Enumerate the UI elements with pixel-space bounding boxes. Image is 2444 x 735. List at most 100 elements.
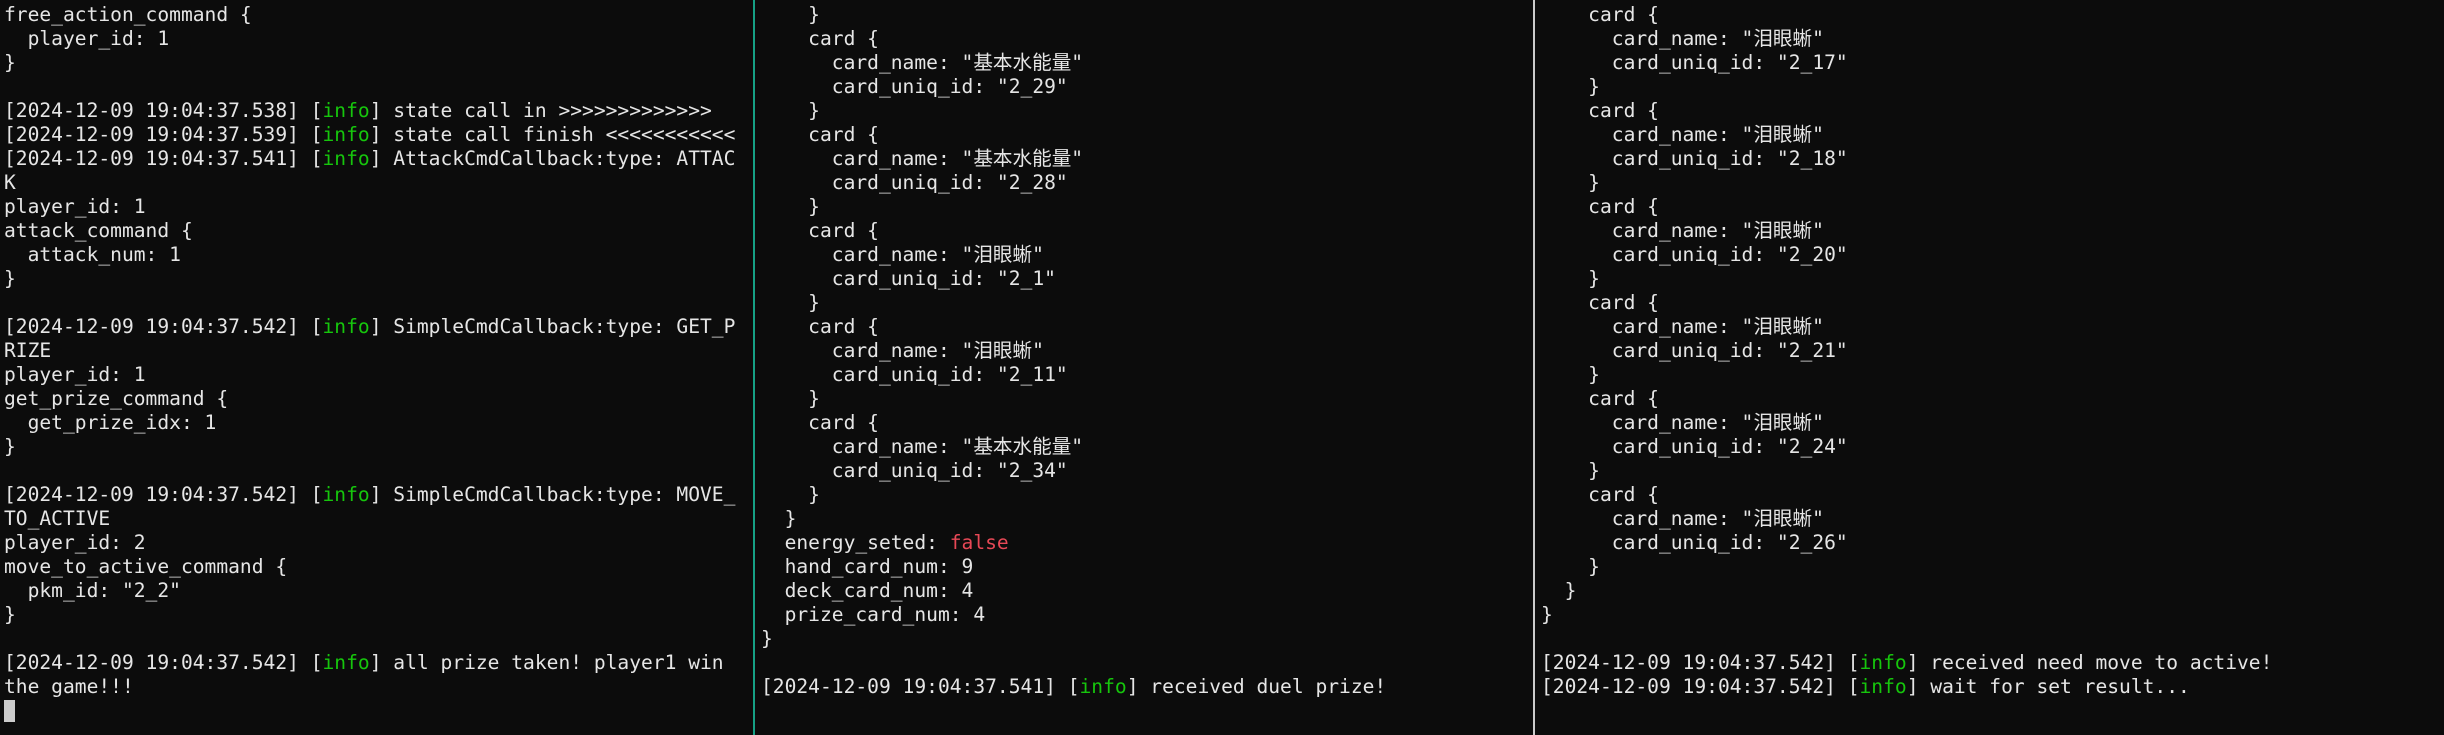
- terminal-cursor: [4, 700, 15, 722]
- line-text: deck_card_num: 4: [761, 579, 974, 602]
- terminal-line: [2024-12-09 19:04:37.542] [info] all pri…: [4, 651, 752, 675]
- terminal-line: card {: [761, 411, 1531, 435]
- terminal-line: }: [761, 507, 1531, 531]
- terminal-line: }: [4, 603, 752, 627]
- terminal-line: }: [761, 627, 1531, 651]
- line-text: }: [4, 603, 16, 626]
- terminal-line: prize_card_num: 4: [761, 603, 1531, 627]
- line-text: [2024-12-09 19:04:37.542] [: [4, 651, 323, 674]
- terminal-output: } card { card_name: "基本水能量" card_uniq_id…: [757, 0, 1531, 699]
- line-text: }: [1541, 363, 1600, 386]
- line-text: [2024-12-09 19:04:37.541] [: [761, 675, 1080, 698]
- terminal-line: card {: [761, 123, 1531, 147]
- log-level-info: info: [322, 315, 370, 338]
- line-text: }: [4, 435, 16, 458]
- line-text: card {: [761, 411, 879, 434]
- terminal-line: card_uniq_id: "2_18": [1541, 147, 2444, 171]
- terminal-line: [2024-12-09 19:04:37.541] [info] AttackC…: [4, 147, 752, 171]
- line-text: [2024-12-09 19:04:37.538] [: [4, 99, 323, 122]
- line-text: card_name: "基本水能量": [761, 147, 1084, 170]
- line-text: [2024-12-09 19:04:37.542] [: [4, 483, 323, 506]
- line-text: card_uniq_id: "2_24": [1541, 435, 1848, 458]
- terminal-line: [2024-12-09 19:04:37.538] [info] state c…: [4, 99, 752, 123]
- line-text: K: [4, 171, 16, 194]
- terminal-line: the game!!!: [4, 675, 752, 699]
- line-text: [2024-12-09 19:04:37.541] [: [4, 147, 323, 170]
- terminal-line: }: [4, 267, 752, 291]
- line-text: card_name: "泪眼蜥": [1541, 123, 1824, 146]
- line-text: card_uniq_id: "2_34": [761, 459, 1068, 482]
- terminal-line: card_name: "泪眼蜥": [1541, 315, 2444, 339]
- terminal-line: card {: [1541, 483, 2444, 507]
- line-text: }: [1541, 555, 1600, 578]
- terminal-line: card_uniq_id: "2_1": [761, 267, 1531, 291]
- log-level-info: info: [322, 99, 370, 122]
- line-text: [2024-12-09 19:04:37.542] [: [4, 315, 323, 338]
- terminal-line: }: [4, 51, 752, 75]
- terminal-line: card_name: "泪眼蜥": [1541, 123, 2444, 147]
- line-text: get_prize_command {: [4, 387, 229, 410]
- terminal-line: card_name: "泪眼蜥": [1541, 507, 2444, 531]
- log-level-info: info: [322, 651, 370, 674]
- line-text: }: [1541, 75, 1600, 98]
- line-text: card_uniq_id: "2_28": [761, 171, 1068, 194]
- terminal-line: card_uniq_id: "2_20": [1541, 243, 2444, 267]
- terminal-line: card_name: "泪眼蜥": [1541, 219, 2444, 243]
- terminal-line: }: [1541, 579, 2444, 603]
- terminal-pane-left[interactable]: free_action_command { player_id: 1} [2024…: [0, 0, 752, 735]
- pane-divider-right[interactable]: [1533, 0, 1535, 735]
- terminal-line: }: [4, 435, 752, 459]
- line-text: player_id: 2: [4, 531, 146, 554]
- line-text: card {: [1541, 99, 1659, 122]
- terminal-line: }: [1541, 267, 2444, 291]
- line-text: }: [761, 483, 820, 506]
- line-text: card {: [761, 27, 879, 50]
- line-text: }: [761, 3, 820, 26]
- log-level-info: info: [322, 123, 370, 146]
- terminal-line: attack_num: 1: [4, 243, 752, 267]
- terminal-line: }: [1541, 363, 2444, 387]
- line-text: ] wait for set result...: [1906, 675, 2190, 698]
- terminal-line: card_name: "基本水能量": [761, 435, 1531, 459]
- line-text: card_uniq_id: "2_21": [1541, 339, 1848, 362]
- line-text: ] received duel prize!: [1126, 675, 1387, 698]
- line-text: ] state call in >>>>>>>>>>>>>: [369, 99, 712, 122]
- terminal-line: get_prize_command {: [4, 387, 752, 411]
- line-text: attack_num: 1: [4, 243, 181, 266]
- line-text: [2024-12-09 19:04:37.542] [: [1541, 651, 1860, 674]
- pane-divider-left[interactable]: [753, 0, 755, 735]
- terminal-line: player_id: 1: [4, 195, 752, 219]
- terminal-line: }: [1541, 603, 2444, 627]
- line-text: attack_command {: [4, 219, 193, 242]
- line-text: }: [4, 267, 16, 290]
- line-text: }: [1541, 579, 1577, 602]
- terminal-line: [2024-12-09 19:04:37.539] [info] state c…: [4, 123, 752, 147]
- line-text: card {: [1541, 3, 1659, 26]
- terminal-line: card {: [1541, 3, 2444, 27]
- line-text: ] SimpleCmdCallback:type: GET_P: [369, 315, 736, 338]
- terminal-line: player_id: 1: [4, 27, 752, 51]
- line-text: }: [761, 627, 773, 650]
- terminal-line: card {: [1541, 387, 2444, 411]
- line-text: }: [761, 507, 797, 530]
- terminal-line: card_name: "基本水能量": [761, 147, 1531, 171]
- line-text: TO_ACTIVE: [4, 507, 111, 530]
- line-text: card {: [1541, 291, 1659, 314]
- terminal-line: [2024-12-09 19:04:37.542] [info] SimpleC…: [4, 315, 752, 339]
- line-text: prize_card_num: 4: [761, 603, 986, 626]
- line-text: card_uniq_id: "2_17": [1541, 51, 1848, 74]
- log-level-info: info: [322, 483, 370, 506]
- terminal-line: [2024-12-09 19:04:37.542] [info] receive…: [1541, 651, 2444, 675]
- terminal-pane-right[interactable]: card { card_name: "泪眼蜥" card_uniq_id: "2…: [1537, 0, 2444, 735]
- terminal-line: deck_card_num: 4: [761, 579, 1531, 603]
- terminal-pane-middle[interactable]: } card { card_name: "基本水能量" card_uniq_id…: [757, 0, 1531, 735]
- terminal-line: TO_ACTIVE: [4, 507, 752, 531]
- terminal-line: }: [1541, 171, 2444, 195]
- terminal-line: }: [1541, 555, 2444, 579]
- line-text: free_action_command {: [4, 3, 252, 26]
- log-level-info: info: [1079, 675, 1127, 698]
- line-text: ] all prize taken! player1 win: [369, 651, 724, 674]
